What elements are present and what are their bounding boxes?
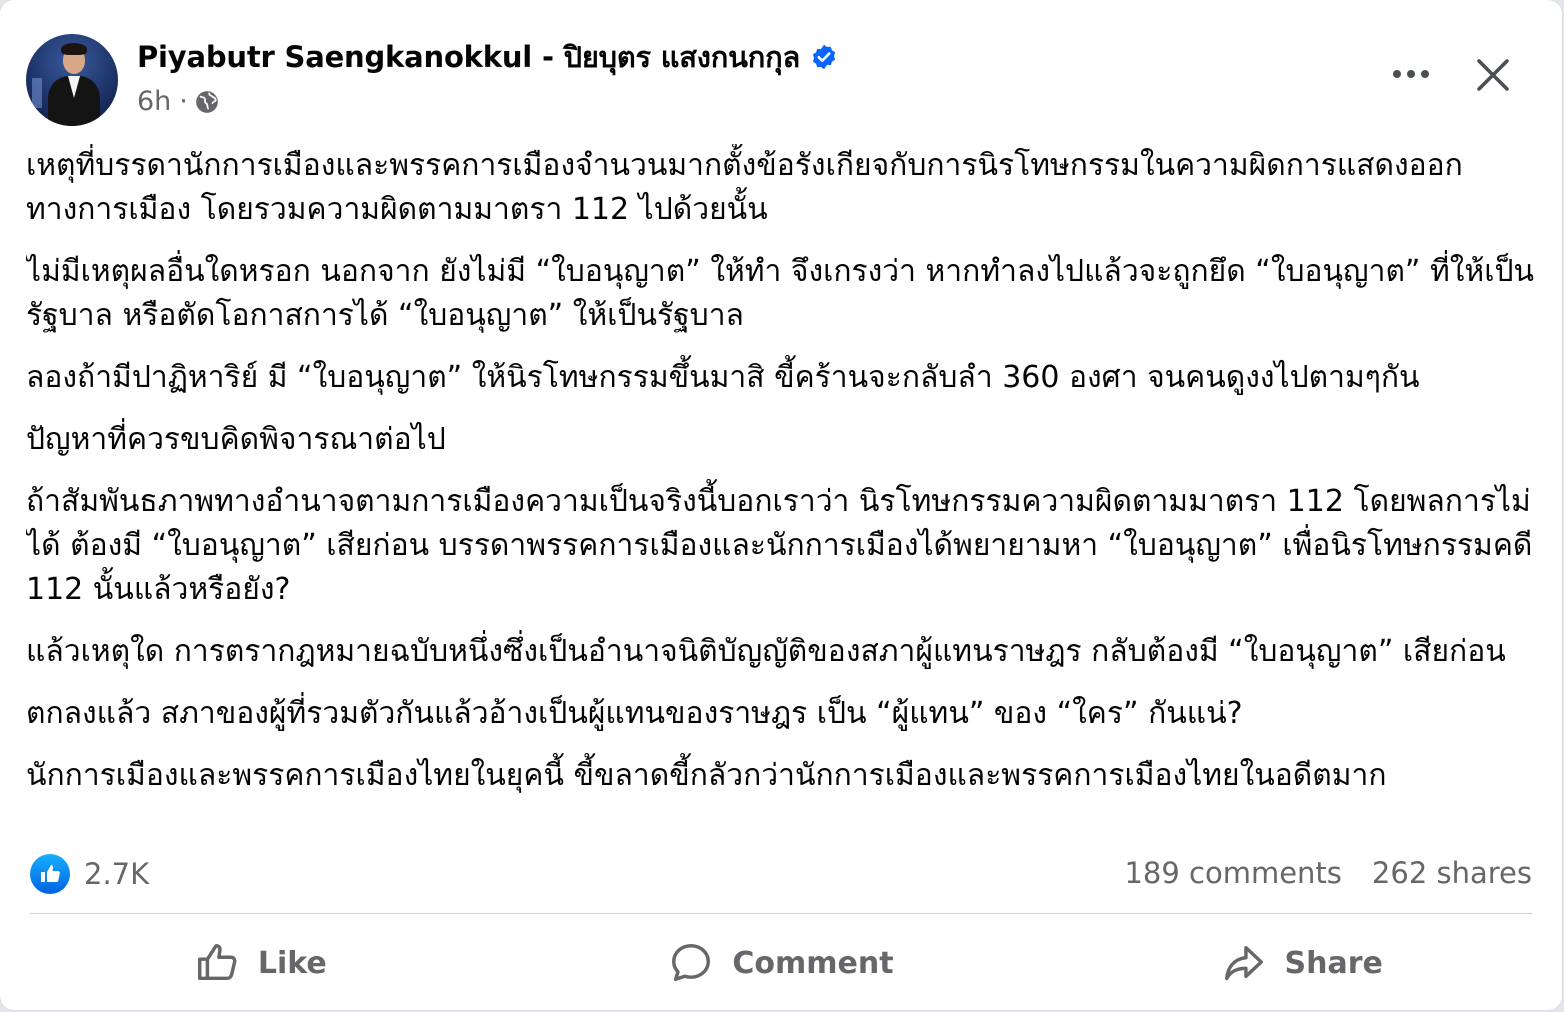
share-label: Share <box>1284 945 1383 981</box>
actions-divider <box>30 913 1532 914</box>
meta-separator: · <box>179 86 188 117</box>
post-paragraph: เหตุที่บรรดานักการเมืองและพรรคการเมืองจำ… <box>26 148 1463 227</box>
like-button[interactable]: Like <box>0 918 521 1008</box>
verified-badge-icon <box>812 44 836 70</box>
avatar-background-light <box>32 78 42 108</box>
post-body: เหตุที่บรรดานักการเมืองและพรรคการเมืองจำ… <box>26 144 1542 834</box>
avatar-hair <box>61 43 87 55</box>
comment-bubble-icon <box>672 944 711 982</box>
post-actions: Like Comment Share <box>0 918 1562 1008</box>
share-arrow-icon <box>1224 945 1263 981</box>
comments-count[interactable]: 189 comments <box>1124 856 1341 890</box>
post-paragraph: ปัญหาที่ควรขบคิดพิจารณาต่อไป <box>26 422 446 457</box>
globe-icon[interactable] <box>194 89 220 115</box>
post-card: Piyabutr Saengkanokkul - ปิยบุตร แสงกนกก… <box>0 0 1562 1010</box>
post-time[interactable]: 6h <box>137 86 171 117</box>
close-button[interactable] <box>1468 50 1518 100</box>
post-stats: 2.7K 189 comments 262 shares <box>0 848 1562 904</box>
post-paragraph: นักการเมืองและพรรคการเมืองไทยในยุคนี้ ขี… <box>26 758 1387 793</box>
post-header: Piyabutr Saengkanokkul - ปิยบุตร แสงกนกก… <box>0 0 1562 140</box>
like-label: Like <box>257 945 327 981</box>
post-paragraph: ถ้าสัมพันธภาพทางอำนาจตามการเมืองความเป็น… <box>26 484 1542 607</box>
like-reaction-icon <box>30 854 70 894</box>
reactions-summary[interactable]: 2.7K <box>30 854 149 894</box>
post-paragraph: ลองถ้ามีปาฏิหาริย์ มี “ใบอนุญาต” ให้นิรโ… <box>26 360 1420 395</box>
post-paragraph: แล้วเหตุใด การตรากฎหมายฉบับหนึ่งซึ่งเป็น… <box>26 634 1506 669</box>
post-paragraph: ตกลงแล้ว สภาของผู้ที่รวมตัวกันแล้วอ้างเป… <box>26 696 1243 731</box>
shares-count[interactable]: 262 shares <box>1372 856 1532 890</box>
author-avatar[interactable] <box>26 34 118 126</box>
reactions-count: 2.7K <box>84 857 150 891</box>
thumbs-up-icon <box>197 944 237 981</box>
author-name[interactable]: Piyabutr Saengkanokkul - ปิยบุตร แสงกนกก… <box>137 34 800 80</box>
share-button[interactable]: Share <box>1041 918 1562 1008</box>
more-horizontal-icon <box>1393 70 1429 78</box>
post-meta: 6h · <box>137 86 220 117</box>
engagement-counts: 189 comments 262 shares <box>1124 856 1532 890</box>
author-row: Piyabutr Saengkanokkul - ปิยบุตร แสงกนกก… <box>137 38 838 76</box>
post-paragraph: ไม่มีเหตุผลอื่นใดหรอก นอกจาก ยังไม่มี “ใ… <box>26 254 1535 333</box>
close-icon <box>1477 59 1509 91</box>
more-options-button[interactable] <box>1384 52 1438 96</box>
comment-label: Comment <box>732 945 894 981</box>
comment-button[interactable]: Comment <box>521 918 1042 1008</box>
